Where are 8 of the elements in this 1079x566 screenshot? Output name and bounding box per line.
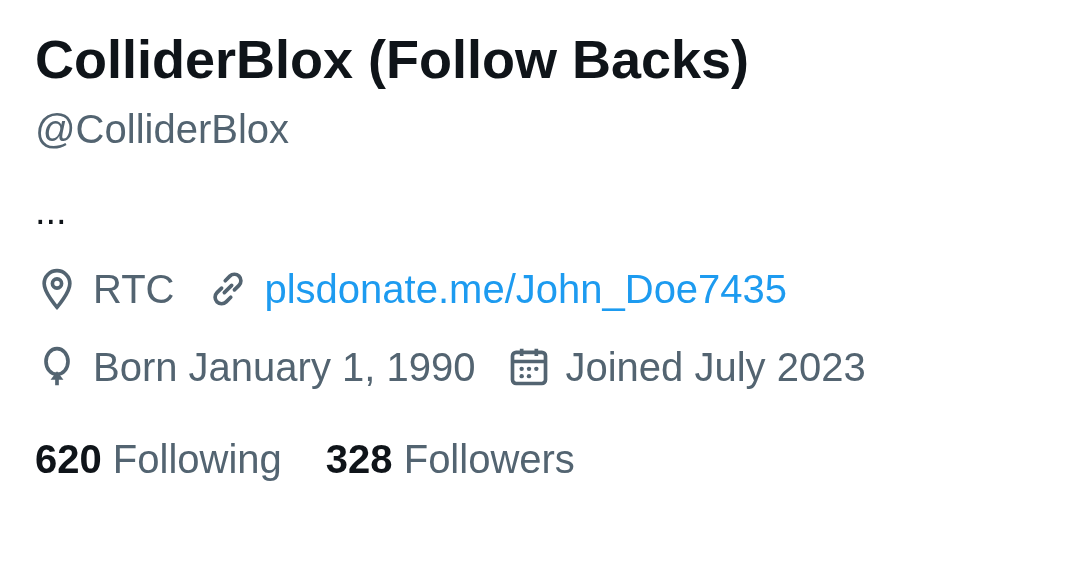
bio-text: ... <box>35 189 67 234</box>
user-handle: @ColliderBlox <box>35 106 291 153</box>
birthday-text: Born January 1, 1990 <box>93 344 476 391</box>
joined-date-text: Joined July 2023 <box>565 344 866 391</box>
follow-count-link[interactable]: 620 Following <box>35 434 282 484</box>
display-name: ColliderBlox (Follow Backs) <box>35 28 751 91</box>
follow-count-link[interactable]: 328 Followers <box>325 434 575 484</box>
location-text: RTC <box>93 266 175 313</box>
